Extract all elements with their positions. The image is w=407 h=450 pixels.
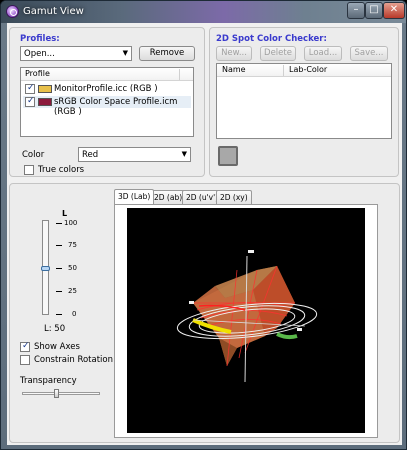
axis-marker [189, 301, 194, 304]
list-item[interactable]: MonitorProfile.icc (RGB ) [23, 83, 191, 95]
save-button[interactable]: Save... [350, 46, 388, 61]
profile-checkbox[interactable] [25, 96, 35, 107]
remove-button[interactable]: Remove [139, 46, 195, 61]
tick-label: 25 [68, 287, 77, 295]
column-lab-color[interactable]: Lab-Color [289, 65, 327, 74]
column-divider [283, 65, 284, 76]
tick-mark [56, 291, 62, 292]
color-dropdown[interactable]: Red ▼ [78, 147, 191, 162]
minimize-button[interactable]: – [347, 2, 365, 19]
color-dropdown-value: Red [82, 150, 99, 160]
show-axes-label: Show Axes [34, 342, 80, 352]
tab-2d-ab[interactable]: 2D (ab) [150, 190, 187, 204]
column-profile[interactable]: Profile [25, 69, 50, 78]
spot-color-list-header: Name Lab-Color [217, 64, 391, 77]
tab-2d-xy[interactable]: 2D (xy) [216, 190, 252, 204]
show-axes-checkbox[interactable] [20, 341, 30, 352]
open-dropdown-value: Open... [24, 49, 55, 59]
column-divider [179, 69, 180, 80]
axis-marker [248, 250, 254, 253]
transparency-slider-thumb[interactable] [54, 389, 59, 398]
color-label: Color [22, 150, 45, 160]
gamut-3d-render [176, 250, 318, 383]
gamut-3d-viewport[interactable] [127, 208, 365, 433]
load-button[interactable]: Load... [304, 46, 342, 61]
spot-color-checker-panel: 2D Spot Color Checker: New... Delete Loa… [209, 27, 399, 177]
transparency-slider-track[interactable] [22, 392, 100, 395]
tab-3d-lab[interactable]: 3D (Lab) [114, 189, 155, 204]
tick-mark [56, 223, 62, 224]
tab-page-3d [114, 204, 378, 438]
close-button[interactable]: ✕ [383, 2, 405, 19]
true-colors-label: True colors [38, 165, 85, 175]
profile-color-swatch [38, 85, 52, 93]
spot-checker-title: 2D Spot Color Checker: [216, 34, 327, 44]
app-icon [6, 5, 19, 18]
tick-mark [56, 314, 62, 315]
profile-label: MonitorProfile.icc (RGB ) [54, 84, 158, 94]
profile-checkbox[interactable] [25, 83, 35, 94]
chevron-down-icon: ▼ [122, 49, 128, 57]
spot-color-list[interactable]: Name Lab-Color [216, 63, 392, 139]
true-colors-checkbox[interactable] [24, 165, 34, 175]
list-item[interactable]: sRGB Color Space Profile.icm (RGB ) [23, 96, 191, 117]
gamut-display-area: L 100 75 50 25 0 L: 50 Show Axes Constra… [9, 183, 400, 443]
client-area: Profiles: Open... ▼ Remove Profile Monit… [7, 23, 402, 445]
delete-button[interactable]: Delete [260, 46, 296, 61]
constrain-rotation-checkbox[interactable] [20, 355, 30, 365]
gamut-view-window: Gamut View – □ ✕ Profiles: Open... ▼ Rem… [0, 0, 407, 450]
profile-label: sRGB Color Space Profile.icm (RGB ) [54, 97, 178, 117]
open-dropdown[interactable]: Open... ▼ [20, 46, 132, 61]
column-name[interactable]: Name [222, 65, 246, 74]
profile-list[interactable]: Profile MonitorProfile.icc (RGB ) sRGB C… [20, 67, 194, 137]
l-value-label: L: 50 [44, 324, 66, 334]
axis-marker [297, 328, 302, 331]
profile-color-swatch [38, 98, 52, 106]
tick-label: 0 [72, 310, 77, 318]
l-slider-thumb[interactable] [41, 266, 50, 271]
profiles-title: Profiles: [20, 34, 60, 44]
maximize-button[interactable]: □ [365, 2, 383, 19]
window-title: Gamut View [23, 6, 84, 17]
tick-mark [56, 268, 62, 269]
profiles-panel: Profiles: Open... ▼ Remove Profile Monit… [9, 27, 205, 177]
title-bar[interactable]: Gamut View – □ ✕ [1, 1, 406, 23]
constrain-rotation-label: Constrain Rotation [34, 355, 113, 365]
chevron-down-icon: ▼ [181, 150, 187, 158]
spot-color-swatch[interactable] [218, 146, 238, 166]
green-gamut-slice [276, 332, 298, 340]
l-axis-label: L [62, 209, 68, 218]
tick-label: 50 [68, 264, 77, 272]
profile-list-header: Profile [21, 68, 193, 81]
tick-label: 75 [68, 241, 77, 249]
tick-label: 100 [64, 219, 78, 227]
new-button[interactable]: New... [216, 46, 252, 61]
transparency-label: Transparency [20, 376, 77, 386]
tick-mark [56, 245, 62, 246]
